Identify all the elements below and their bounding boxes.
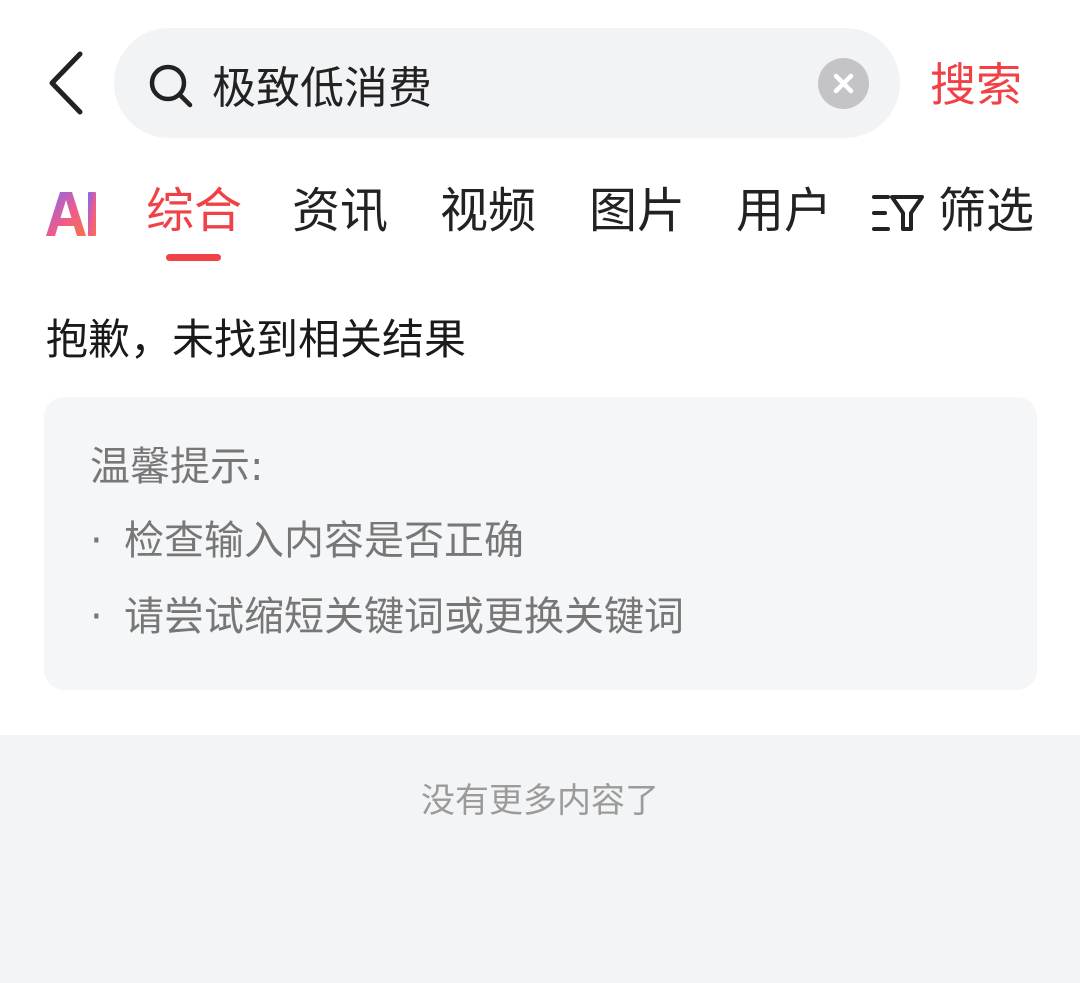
tip-item: · 请尝试缩短关键词或更换关键词 [90, 587, 684, 647]
filter-button[interactable]: 筛选 [866, 176, 1041, 246]
active-tab-indicator [166, 254, 221, 261]
search-submit-button[interactable]: 搜索 [930, 50, 1050, 120]
ai-tab[interactable] [42, 180, 102, 240]
tip-bullet: · [90, 594, 103, 640]
ai-logo-icon [46, 192, 96, 236]
tip-item: · 检查输入内容是否正确 [90, 511, 524, 571]
tips-card: 温馨提示: · 检查输入内容是否正确 · 请尝试缩短关键词或更换关键词 [44, 397, 1037, 690]
filter-icon [872, 195, 924, 231]
tab-users[interactable]: 用户 [736, 176, 832, 246]
tips-heading: 温馨提示: [90, 444, 264, 490]
search-input[interactable] [212, 46, 792, 122]
tab-bar: 综合 资讯 视频 图片 用户 筛选 [0, 166, 1080, 266]
filter-label: 筛选 [938, 183, 1035, 239]
tip-text: 请尝试缩短关键词或更换关键词 [124, 594, 684, 640]
close-icon [833, 73, 854, 94]
tab-images[interactable]: 图片 [589, 176, 685, 246]
clear-search-button[interactable] [818, 58, 869, 109]
tab-news[interactable]: 资讯 [292, 176, 388, 246]
tab-comprehensive[interactable]: 综合 [146, 176, 242, 246]
chevron-left-icon [49, 51, 83, 115]
no-more-content-text: 没有更多内容了 [421, 781, 659, 821]
empty-result-title: 抱歉，未找到相关结果 [46, 315, 467, 364]
back-button[interactable] [38, 46, 98, 120]
end-of-results-section: 没有更多内容了 [0, 735, 1080, 983]
search-icon [149, 64, 193, 108]
tip-bullet: · [90, 518, 103, 564]
tip-text: 检查输入内容是否正确 [124, 518, 524, 564]
tab-video[interactable]: 视频 [440, 176, 536, 246]
